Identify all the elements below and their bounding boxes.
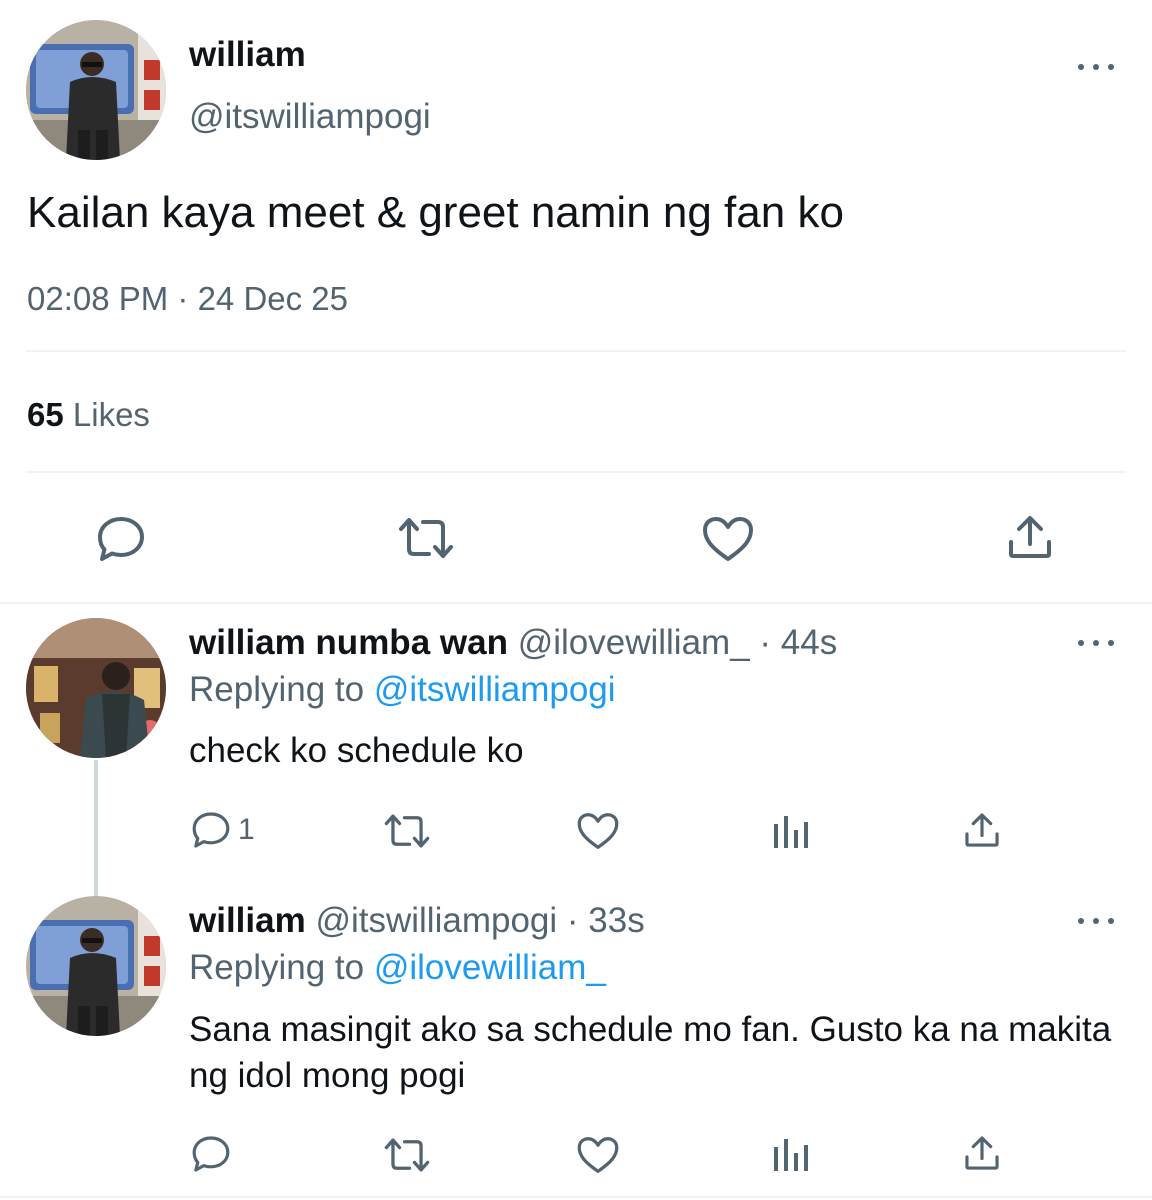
main-tweet: william @itswilliampogi Kailan kaya meet…	[0, 0, 1152, 602]
reply-icon	[192, 1136, 230, 1172]
like-button[interactable]	[576, 811, 620, 851]
share-button[interactable]	[963, 1134, 1001, 1172]
replying-prefix: Replying to	[189, 948, 365, 987]
more-options-icon[interactable]	[1076, 57, 1116, 77]
like-icon	[577, 813, 619, 849]
retweet-button[interactable]	[383, 1136, 431, 1174]
reply-button[interactable]	[95, 514, 147, 564]
analytics-icon	[774, 1139, 808, 1171]
likes-summary[interactable]: 65 Likes	[27, 396, 150, 434]
reply-author-name[interactable]: william numba wan	[189, 623, 508, 662]
share-button[interactable]	[1006, 514, 1054, 560]
bottom-divider	[0, 1196, 1152, 1198]
like-button[interactable]	[576, 1135, 620, 1175]
analytics-icon	[774, 816, 808, 848]
reply-text: check ko schedule ko	[189, 731, 524, 770]
reply-time[interactable]: · 33s	[567, 901, 645, 940]
likes-count: 65	[27, 396, 64, 433]
reply-avatar[interactable]	[26, 618, 166, 758]
reply-button[interactable]	[190, 1134, 232, 1174]
reply-icon	[192, 812, 230, 848]
divider	[26, 471, 1126, 473]
tweet-text: Kailan kaya meet & greet namin ng fan ko	[27, 188, 844, 237]
likes-label: Likes	[72, 396, 150, 433]
retweet-icon	[384, 1138, 430, 1172]
author-name[interactable]: william	[189, 35, 306, 75]
share-icon	[965, 1136, 999, 1170]
thread-connector	[94, 760, 98, 896]
like-icon	[577, 1137, 619, 1173]
reply-avatar[interactable]	[26, 896, 166, 1036]
reply-header: william numba wan @ilovewilliam_ · 44s	[189, 623, 837, 663]
reply-author-name[interactable]: william	[189, 901, 306, 940]
more-options-icon[interactable]	[1076, 633, 1116, 653]
author-avatar[interactable]	[26, 20, 166, 160]
retweet-button[interactable]	[383, 812, 431, 850]
like-icon	[703, 517, 753, 561]
reply-text: Sana masingit ako sa schedule mo fan. Gu…	[189, 1010, 1112, 1095]
replying-to: Replying to @itswilliampogi	[189, 670, 616, 710]
reply-count: 1	[238, 813, 255, 846]
reply-button[interactable]: 1	[190, 810, 255, 850]
replying-prefix: Replying to	[189, 670, 365, 709]
retweet-icon	[399, 518, 453, 558]
replying-mention[interactable]: @ilovewilliam_	[374, 948, 606, 987]
replying-to: Replying to @ilovewilliam_	[189, 948, 606, 988]
like-button[interactable]	[701, 515, 755, 563]
share-button[interactable]	[963, 811, 1001, 849]
author-handle[interactable]: @itswilliampogi	[189, 97, 431, 137]
analytics-button[interactable]	[772, 1137, 810, 1173]
tweet-timestamp[interactable]: 02:08 PM · 24 Dec 25	[27, 280, 348, 318]
reply-header: william @itswilliampogi · 33s	[189, 901, 645, 941]
reply-time[interactable]: · 44s	[759, 623, 837, 662]
reply-icon	[98, 517, 144, 561]
share-icon	[1009, 516, 1051, 558]
reply-author-handle[interactable]: @ilovewilliam_	[518, 623, 750, 662]
retweet-button[interactable]	[397, 515, 455, 561]
analytics-button[interactable]	[772, 814, 810, 850]
divider	[26, 350, 1126, 352]
section-divider	[0, 602, 1152, 604]
share-icon	[965, 813, 999, 847]
retweet-icon	[384, 814, 430, 848]
more-options-icon[interactable]	[1076, 911, 1116, 931]
reply-author-handle[interactable]: @itswilliampogi	[315, 901, 557, 940]
replying-mention[interactable]: @itswilliampogi	[374, 670, 616, 709]
